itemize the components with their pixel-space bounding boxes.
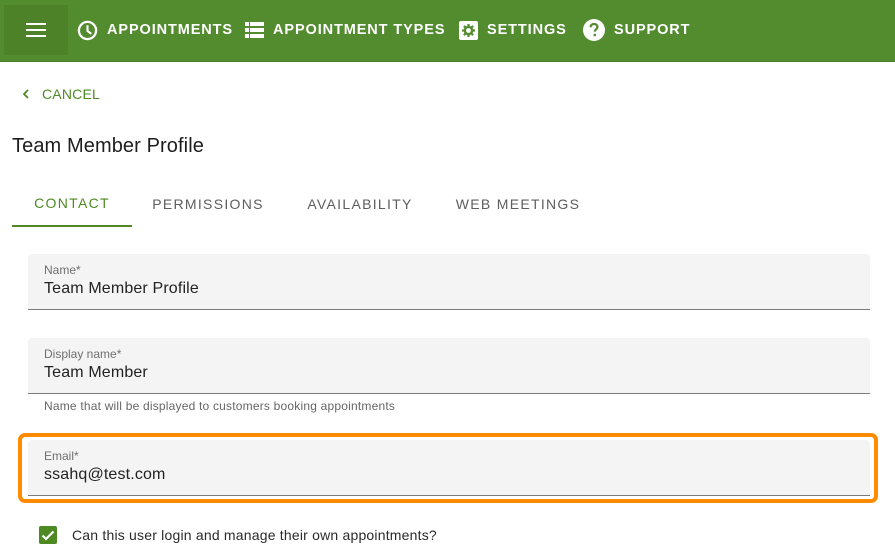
- display-name-field[interactable]: Display name* Team Member: [28, 338, 870, 394]
- login-permission-checkbox[interactable]: [39, 526, 57, 544]
- display-name-field-value[interactable]: Team Member: [44, 364, 148, 382]
- tab-availability[interactable]: AVAILABILITY: [284, 180, 436, 227]
- nav-appointments[interactable]: APPOINTMENTS: [77, 0, 233, 60]
- nav-appointment-types-label: APPOINTMENT TYPES: [273, 22, 446, 38]
- email-field-value[interactable]: ssahq@test.com: [44, 466, 166, 484]
- profile-tabs: CONTACT PERMISSIONS AVAILABILITY WEB MEE…: [12, 180, 600, 228]
- cancel-button[interactable]: CANCEL: [22, 86, 100, 102]
- tab-permissions[interactable]: PERMISSIONS: [132, 180, 284, 227]
- help-circle-icon: [583, 19, 605, 41]
- email-field-label: Email*: [44, 449, 79, 463]
- nav-appointment-types[interactable]: APPOINTMENT TYPES: [245, 0, 445, 60]
- display-name-field-label: Display name*: [44, 347, 122, 361]
- display-name-hint: Name that will be displayed to customers…: [44, 399, 396, 413]
- name-field[interactable]: Name* Team Member Profile: [28, 254, 870, 310]
- tab-contact[interactable]: CONTACT: [12, 180, 132, 227]
- checkmark-icon: [41, 530, 55, 541]
- nav-settings-label: SETTINGS: [487, 22, 567, 38]
- top-navigation-bar: APPOINTMENTS APPOINTMENT TYPES SETTINGS: [0, 0, 895, 62]
- nav-appointments-label: APPOINTMENTS: [107, 22, 233, 38]
- chevron-left-icon: [22, 89, 29, 99]
- email-field[interactable]: Email* ssahq@test.com: [28, 440, 870, 496]
- page-title: Team Member Profile: [12, 135, 204, 157]
- nav-support-label: SUPPORT: [614, 22, 691, 38]
- login-permission-checkbox-row[interactable]: Can this user login and manage their own…: [39, 526, 437, 544]
- name-field-label: Name*: [44, 263, 81, 277]
- gear-icon: [459, 20, 478, 40]
- hamburger-menu-icon: [26, 23, 46, 37]
- name-field-value[interactable]: Team Member Profile: [44, 280, 199, 298]
- list-icon: [245, 22, 264, 38]
- menu-button[interactable]: [4, 5, 68, 55]
- cancel-label: CANCEL: [42, 86, 100, 102]
- nav-support[interactable]: SUPPORT: [583, 0, 690, 60]
- clock-icon: [77, 20, 98, 40]
- login-permission-label: Can this user login and manage their own…: [72, 527, 437, 543]
- nav-settings[interactable]: SETTINGS: [459, 0, 567, 60]
- tab-web-meetings[interactable]: WEB MEETINGS: [436, 180, 600, 227]
